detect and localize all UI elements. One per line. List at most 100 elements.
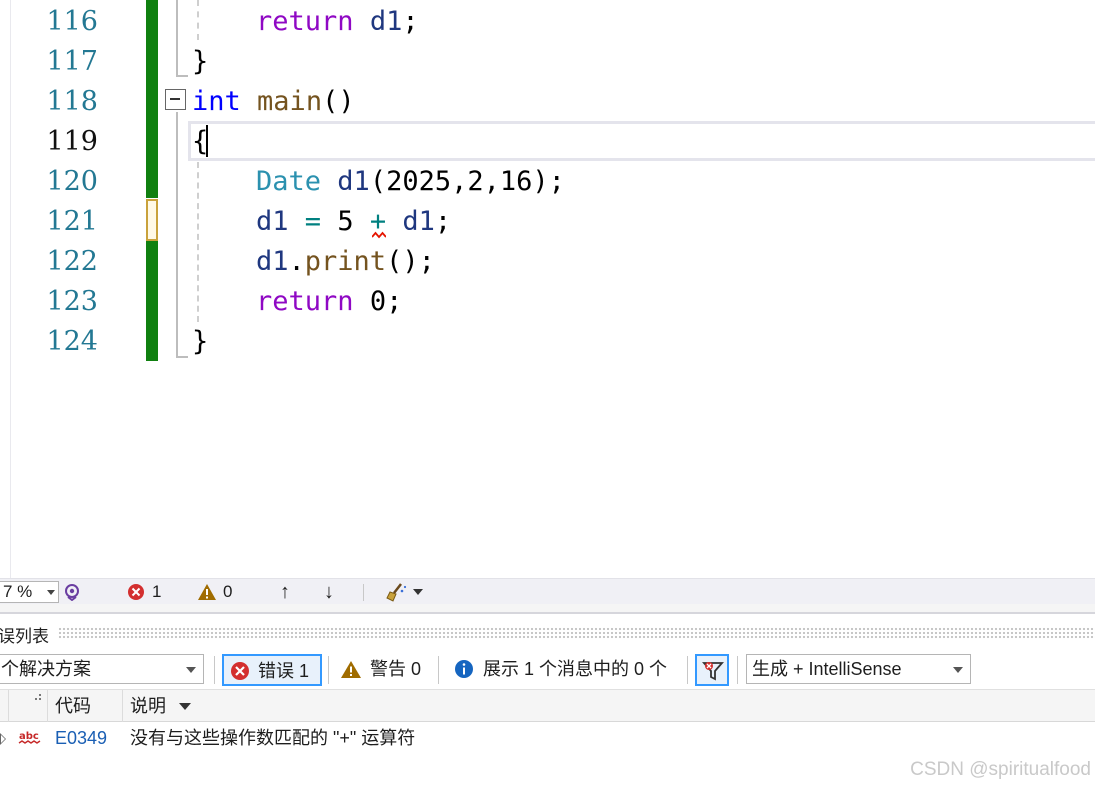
zoom-select[interactable]: 7 % <box>0 581 59 603</box>
chevron-down-icon <box>953 667 963 673</box>
warning-count[interactable]: 0 <box>223 579 232 605</box>
panel-splitter[interactable] <box>0 604 1095 614</box>
code-line-123[interactable]: return 0; <box>256 282 402 322</box>
toolbar-separator <box>214 656 215 684</box>
code-line-117[interactable]: } <box>192 42 208 82</box>
drag-handle-grip[interactable] <box>58 627 1095 639</box>
messages-filter-button[interactable]: 展示 1 个消息中的 0 个 <box>452 654 682 686</box>
scope-dropdown[interactable]: 个解决方案 <box>0 654 204 684</box>
warning-icon <box>341 661 361 678</box>
identifier-d1: d1 <box>256 246 289 277</box>
semicolon: ; <box>434 206 452 237</box>
toolbar-separator <box>687 656 688 684</box>
identifier-d1: d1 <box>337 166 370 197</box>
identifier-d1: d1 <box>402 206 435 237</box>
code-cleanup-broom-icon[interactable] <box>386 582 408 602</box>
indent-guide <box>197 162 199 322</box>
semicolon: ; <box>402 6 419 37</box>
close-brace: } <box>192 326 209 357</box>
outline-end <box>176 356 188 358</box>
line-number-119: 119 <box>46 126 98 157</box>
line-number-123: 123 <box>46 286 98 317</box>
code-line-118[interactable]: int main() <box>192 82 355 122</box>
warnings-filter-label: 警告 0 <box>370 659 422 679</box>
next-issue-arrow-icon[interactable]: ↓ <box>324 579 334 605</box>
change-indicator-unsaved <box>146 199 158 241</box>
indent-guide <box>197 0 199 40</box>
messages-filter-label: 展示 1 个消息中的 0 个 <box>483 659 668 679</box>
current-line-highlight <box>188 121 1095 161</box>
filter-toggle-button[interactable] <box>695 654 729 686</box>
previous-issue-arrow-icon[interactable]: ↑ <box>280 579 290 605</box>
error-list-title-bar[interactable]: 误列表 <box>0 614 1095 652</box>
keyword-return: return <box>256 286 354 317</box>
error-list-header: 代码 说明 <box>0 689 1095 722</box>
copilot-icon[interactable] <box>63 583 81 601</box>
number-literal: 0 <box>369 286 387 317</box>
change-indicator-saved <box>146 0 158 198</box>
keyword-return: return <box>256 6 354 37</box>
member-dot: . <box>288 246 305 277</box>
column-divider[interactable] <box>122 690 123 722</box>
error-squiggle <box>372 231 386 239</box>
status-separator <box>363 584 364 601</box>
errors-filter-label: 错误 1 <box>258 661 310 681</box>
identifier-d1: d1 <box>369 6 403 37</box>
column-header-description[interactable]: 说明 <box>130 690 166 722</box>
code-editor[interactable]: 116 117 118 119 120 121 122 123 124 retu… <box>0 0 1095 578</box>
function-print: print <box>304 246 387 277</box>
chevron-down-icon[interactable] <box>413 589 423 595</box>
toolbar-separator <box>328 656 329 684</box>
code-line-121[interactable]: d1 = 5 + d1; <box>256 202 451 242</box>
chevron-down-icon <box>47 590 55 595</box>
panel-title: 误列表 <box>0 627 49 646</box>
build-intellisense-dropdown[interactable]: 生成 + IntelliSense <box>746 654 971 684</box>
outline-guide <box>176 112 178 357</box>
sort-dropdown-icon[interactable] <box>179 703 191 710</box>
error-code-link[interactable]: E0349 <box>55 722 107 754</box>
identifier-d1: d1 <box>256 206 289 237</box>
change-indicator-saved <box>146 241 158 361</box>
error-count[interactable]: 1 <box>152 579 161 605</box>
code-line-120[interactable]: Date d1(2025,2,16); <box>256 162 565 202</box>
error-description: 没有与这些操作数匹配的 "+" 运算符 <box>130 728 416 748</box>
semicolon: ; <box>386 286 403 317</box>
line-number-118: 118 <box>46 86 98 117</box>
editor-margin-border <box>10 0 11 578</box>
expand-arrow-icon[interactable] <box>0 733 6 745</box>
build-filter-value: 生成 + IntelliSense <box>752 659 902 679</box>
chevron-down-icon <box>186 667 196 673</box>
outline-guide <box>176 0 178 76</box>
warnings-filter-button[interactable]: 警告 0 <box>338 654 430 686</box>
operator-assign: = <box>304 206 322 237</box>
call-end: (); <box>386 246 435 277</box>
spelling-icon: abc <box>18 731 41 744</box>
code-line-124[interactable]: } <box>192 322 208 362</box>
table-row[interactable]: abc E0349 没有与这些操作数匹配的 "+" 运算符 <box>0 722 1095 754</box>
warning-icon[interactable] <box>197 583 217 601</box>
line-number-116: 116 <box>46 6 98 37</box>
column-header-code[interactable]: 代码 <box>55 690 91 722</box>
toolbar-separator <box>438 656 439 684</box>
code-line-122[interactable]: d1.print(); <box>256 242 435 282</box>
errors-filter-button[interactable]: 错误 1 <box>222 654 322 686</box>
outline-end <box>176 75 188 77</box>
column-divider[interactable] <box>8 690 9 722</box>
line-number-122: 122 <box>46 246 98 277</box>
toolbar-separator <box>737 656 738 684</box>
code-line-116[interactable]: return d1; <box>256 2 419 42</box>
line-number-124: 124 <box>46 326 98 357</box>
info-icon <box>455 660 473 678</box>
column-grip-icon[interactable] <box>33 694 43 704</box>
column-divider[interactable] <box>47 690 48 722</box>
line-number-120: 120 <box>46 166 98 197</box>
collapse-icon[interactable] <box>165 89 186 110</box>
line-number-117: 117 <box>46 46 98 77</box>
error-icon[interactable] <box>127 583 145 601</box>
